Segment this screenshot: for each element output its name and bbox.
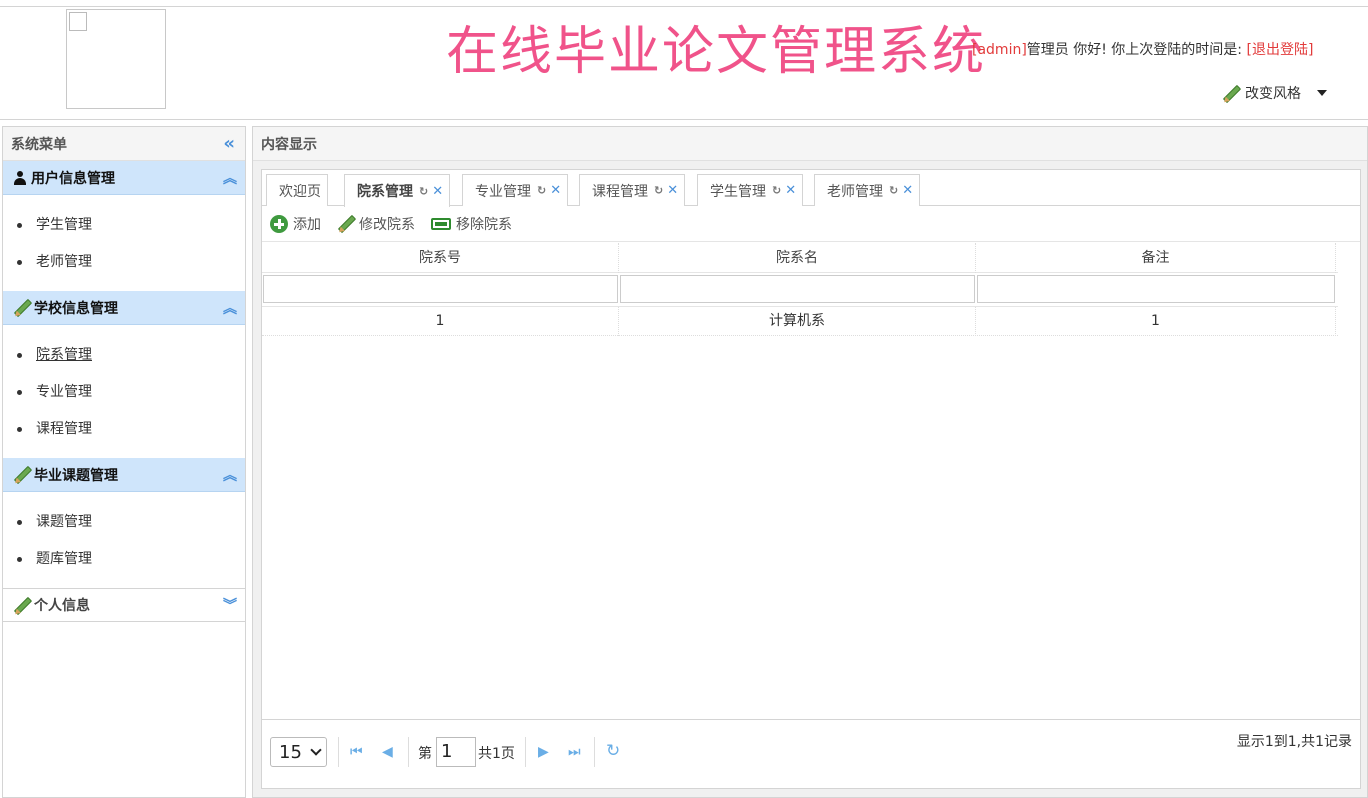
- menu-list: 院系管理 专业管理 课程管理: [3, 325, 245, 458]
- sidebar: 系统菜单 « 用户信息管理 ︽ 学生管理 老师管理 学校信息管理 ︽ 院系管理 …: [2, 126, 246, 798]
- page-number-input[interactable]: 1: [436, 737, 476, 767]
- column-header-name[interactable]: 院系名: [619, 243, 976, 273]
- close-tab-icon[interactable]: ✕: [785, 183, 796, 198]
- toolbar: 添加 修改院系 移除院系: [262, 206, 1360, 242]
- sidebar-title: 系统菜单: [11, 136, 67, 153]
- user-info: [admin]管理员 你好! 你上次登陆的时间是: [退出登陆]: [972, 39, 1313, 59]
- next-page-icon[interactable]: ▶: [538, 744, 549, 760]
- tab-welcome[interactable]: 欢迎页: [266, 174, 328, 206]
- table-cell: 1: [976, 307, 1336, 336]
- header: 在线毕业论文管理系统 [admin]管理员 你好! 你上次登陆的时间是: [退出…: [0, 6, 1368, 120]
- pencil-icon: [13, 597, 30, 614]
- menu-group-title: 用户信息管理: [31, 170, 115, 187]
- content-header: 内容显示: [253, 127, 1367, 161]
- admin-username: [admin]: [972, 42, 1027, 58]
- menu-item-major[interactable]: 专业管理: [3, 374, 245, 411]
- tab-panel: 欢迎页 院系管理 ↻ ✕ 专业管理 ↻ ✕ 课程管理 ↻ ✕ 学生管理 ↻ ✕ 老师管理…: [261, 169, 1361, 789]
- filter-input-id[interactable]: [263, 275, 618, 303]
- close-tab-icon[interactable]: ✕: [667, 183, 678, 198]
- menu-group-title: 学校信息管理: [34, 300, 118, 317]
- chevron-up-icon[interactable]: ︽: [223, 168, 237, 188]
- menu-item-teacher[interactable]: 老师管理: [3, 244, 245, 281]
- collapse-sidebar-icon[interactable]: «: [223, 133, 235, 154]
- grid-filter-row: [262, 274, 1338, 304]
- close-tab-icon[interactable]: ✕: [432, 184, 443, 199]
- pencil-icon: [337, 215, 354, 232]
- menu-item-student[interactable]: 学生管理: [3, 207, 245, 244]
- menu-list: 课题管理 题库管理: [3, 492, 245, 588]
- refresh-tab-icon[interactable]: ↻: [419, 185, 428, 198]
- menu-item-department[interactable]: 院系管理: [3, 337, 245, 374]
- tab-student[interactable]: 学生管理 ↻ ✕: [697, 174, 804, 206]
- add-icon: [270, 214, 288, 233]
- filter-input-remark[interactable]: [977, 275, 1335, 303]
- remove-department-button[interactable]: 移除院系: [431, 214, 512, 234]
- edit-department-button[interactable]: 修改院系: [337, 214, 415, 234]
- content-panel: 内容显示 欢迎页 院系管理 ↻ ✕ 专业管理 ↻ ✕ 课程管理 ↻ ✕ 学生管理 ↻ ✕: [252, 126, 1368, 798]
- table-cell: 计算机系: [619, 307, 976, 336]
- logout-link[interactable]: [退出登陆]: [1246, 42, 1313, 58]
- caret-down-icon: [1317, 90, 1327, 96]
- user-icon: [13, 170, 27, 185]
- app-title: 在线毕业论文管理系统: [446, 22, 987, 82]
- menu-list: 学生管理 老师管理: [3, 195, 245, 291]
- refresh-tab-icon[interactable]: ↻: [537, 184, 546, 197]
- chevron-up-icon[interactable]: ︽: [223, 465, 237, 485]
- refresh-tab-icon[interactable]: ↻: [772, 184, 781, 197]
- refresh-icon[interactable]: ↻: [606, 741, 620, 761]
- menu-group-user-info[interactable]: 用户信息管理 ︽: [3, 161, 245, 195]
- content-title: 内容显示: [261, 136, 317, 153]
- pencil-icon: [13, 299, 30, 316]
- grid-header: 院系号 院系名 备注: [262, 243, 1338, 273]
- change-theme-menu[interactable]: 改变风格: [1222, 83, 1327, 103]
- menu-item-topic[interactable]: 课题管理: [3, 504, 245, 541]
- column-header-id[interactable]: 院系号: [262, 243, 619, 273]
- remove-icon: [431, 217, 451, 230]
- pencil-icon: [1222, 85, 1239, 102]
- menu-group-title: 毕业课题管理: [34, 467, 118, 484]
- menu-group-school-info[interactable]: 学校信息管理 ︽: [3, 291, 245, 325]
- first-page-icon[interactable]: ⏮: [350, 744, 363, 760]
- tab-major[interactable]: 专业管理 ↻ ✕: [462, 174, 569, 206]
- change-theme-label: 改变风格: [1245, 86, 1301, 102]
- column-header-remark[interactable]: 备注: [976, 243, 1336, 273]
- sidebar-header: 系统菜单 «: [3, 127, 245, 161]
- tab-teacher[interactable]: 老师管理 ↻ ✕: [814, 174, 921, 206]
- close-tab-icon[interactable]: ✕: [550, 183, 561, 198]
- last-page-icon[interactable]: ⏭: [568, 744, 581, 760]
- page-size-select[interactable]: 15: [270, 737, 327, 767]
- refresh-tab-icon[interactable]: ↻: [654, 184, 663, 197]
- pagination-bar: 15 ⏮ ◀ 第 1 共1页 ▶ ⏭ ↻ 显示1到1,共1记录: [262, 719, 1360, 783]
- record-info: 显示1到1,共1记录: [1236, 734, 1352, 750]
- refresh-tab-icon[interactable]: ↻: [889, 184, 898, 197]
- chevron-up-icon[interactable]: ︽: [223, 298, 237, 318]
- chevron-down-icon: [310, 744, 322, 756]
- add-button[interactable]: 添加: [270, 214, 321, 234]
- greeting-text: 管理员 你好! 你上次登陆的时间是:: [1026, 42, 1243, 58]
- tab-department[interactable]: 院系管理 ↻ ✕: [344, 174, 451, 207]
- chevron-down-icon[interactable]: ︾: [223, 595, 237, 615]
- menu-item-question-bank[interactable]: 题库管理: [3, 541, 245, 578]
- table-row[interactable]: 1 计算机系 1: [262, 306, 1338, 336]
- table-cell: 1: [262, 307, 619, 336]
- menu-group-graduation-topic[interactable]: 毕业课题管理 ︽: [3, 458, 245, 492]
- close-tab-icon[interactable]: ✕: [902, 183, 913, 198]
- menu-item-course[interactable]: 课程管理: [3, 411, 245, 448]
- filter-input-name[interactable]: [620, 275, 975, 303]
- broken-image-icon: [69, 12, 87, 31]
- menu-group-title: 个人信息: [34, 598, 90, 614]
- page-prefix: 第: [418, 746, 432, 762]
- logo-image: [66, 9, 166, 109]
- tab-bar: 欢迎页 院系管理 ↻ ✕ 专业管理 ↻ ✕ 课程管理 ↻ ✕ 学生管理 ↻ ✕ 老师管理…: [262, 170, 1360, 207]
- prev-page-icon[interactable]: ◀: [382, 744, 393, 760]
- tab-course[interactable]: 课程管理 ↻ ✕: [579, 174, 686, 206]
- pencil-icon: [13, 466, 30, 483]
- total-pages: 共1页: [478, 746, 515, 762]
- menu-group-personal-info[interactable]: 个人信息 ︾: [3, 588, 245, 622]
